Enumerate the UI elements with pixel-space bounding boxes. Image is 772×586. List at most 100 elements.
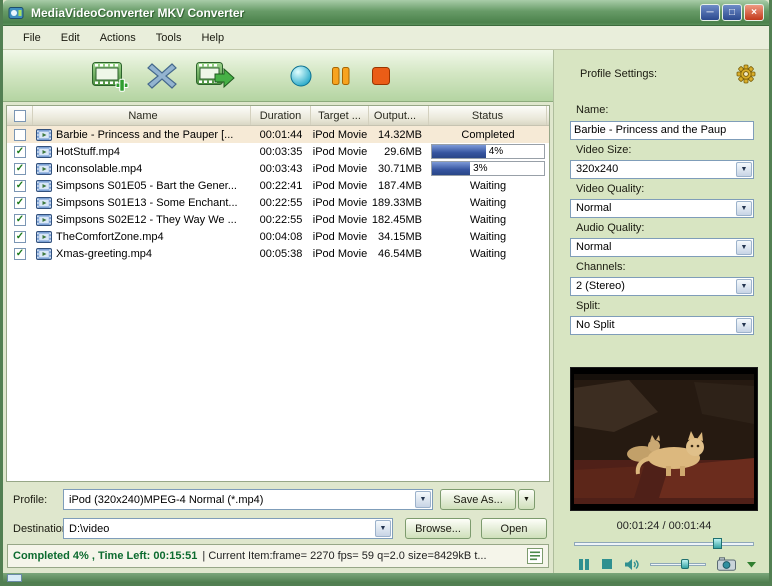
volume-thumb[interactable] bbox=[680, 559, 689, 570]
menu-file[interactable]: File bbox=[13, 29, 51, 47]
maximize-button[interactable]: □ bbox=[722, 4, 742, 21]
video-quality-select[interactable]: Normal ▼ bbox=[570, 198, 754, 218]
file-name-text: Inconsolable.mp4 bbox=[56, 162, 143, 175]
video-quality-label: Video Quality: bbox=[576, 182, 645, 195]
select-all-header[interactable] bbox=[7, 106, 33, 125]
frame-grip bbox=[7, 574, 22, 582]
table-row[interactable]: ✓ HotStuff.mp4 00:03:35 iPod Movie 29.6MB 4% bbox=[7, 143, 549, 160]
open-button[interactable]: Open bbox=[481, 518, 547, 539]
save-as-menu-button[interactable]: ▼ bbox=[518, 489, 535, 510]
profile-select[interactable]: iPod (320x240)MPEG-4 Normal (*.mp4) ▼ bbox=[63, 489, 433, 510]
table-row[interactable]: ✓ Simpsons S01E05 - Bart the Gener... 00:2… bbox=[7, 177, 549, 194]
menu-edit[interactable]: Edit bbox=[51, 29, 90, 47]
close-button[interactable]: × bbox=[744, 4, 764, 21]
snapshot-camera-icon[interactable] bbox=[717, 557, 736, 572]
stop-button[interactable] bbox=[369, 64, 393, 88]
output-size-cell: 34.15MB bbox=[377, 230, 422, 243]
destination-select[interactable]: D:\video ▼ bbox=[63, 518, 393, 539]
file-name-cell: HotStuff.mp4 bbox=[33, 143, 251, 160]
row-filler bbox=[547, 126, 549, 143]
browse-button[interactable]: Browse... bbox=[405, 518, 471, 539]
file-name-text: Simpsons S02E12 - They Way We ... bbox=[56, 213, 237, 226]
table-row[interactable]: ✓ Simpsons S01E13 - Some Enchant... 00:22:… bbox=[7, 194, 549, 211]
row-checkbox[interactable]: ✓ bbox=[14, 213, 26, 226]
chevron-down-icon[interactable]: ▼ bbox=[736, 161, 752, 177]
row-checkbox[interactable]: ✓ bbox=[14, 162, 26, 175]
row-filler bbox=[547, 228, 549, 245]
target-cell: iPod Movie bbox=[312, 247, 368, 260]
player-controls bbox=[578, 556, 756, 573]
row-checkbox[interactable]: ✓ bbox=[14, 230, 26, 243]
add-file-button[interactable] bbox=[91, 59, 129, 93]
column-duration[interactable]: Duration bbox=[251, 106, 311, 125]
progress-label: 3% bbox=[473, 163, 488, 174]
row-filler bbox=[547, 211, 549, 228]
row-check-cell: ✓ bbox=[7, 177, 33, 194]
file-list-header: Name Duration Target ... Output... Statu… bbox=[7, 106, 549, 126]
column-target[interactable]: Target ... bbox=[311, 106, 369, 125]
log-icon[interactable] bbox=[527, 548, 543, 564]
column-status[interactable]: Status bbox=[429, 106, 547, 125]
video-size-select[interactable]: 320x240 ▼ bbox=[570, 159, 754, 179]
seek-slider[interactable] bbox=[574, 537, 754, 549]
row-filler bbox=[547, 245, 549, 262]
channels-select[interactable]: 2 (Stereo) ▼ bbox=[570, 276, 754, 296]
chevron-down-icon[interactable]: ▼ bbox=[736, 317, 752, 333]
status-cell: 4% bbox=[429, 143, 547, 160]
row-checkbox[interactable]: ✓ bbox=[14, 179, 26, 192]
select-all-checkbox[interactable] bbox=[13, 109, 26, 122]
seek-thumb[interactable] bbox=[712, 537, 722, 549]
file-name-cell: Inconsolable.mp4 bbox=[33, 160, 251, 177]
menu-tools[interactable]: Tools bbox=[146, 29, 192, 47]
output-size-cell: 46.54MB bbox=[377, 247, 422, 260]
table-row[interactable]: ✓ Simpsons S02E12 - They Way We ... 00:22:… bbox=[7, 211, 549, 228]
start-button[interactable] bbox=[289, 64, 313, 88]
audio-quality-select[interactable]: Normal ▼ bbox=[570, 237, 754, 257]
chevron-down-icon[interactable]: ▼ bbox=[736, 278, 752, 294]
chevron-down-icon[interactable]: ▼ bbox=[415, 491, 431, 508]
volume-track[interactable] bbox=[650, 563, 706, 567]
convert-button[interactable] bbox=[195, 59, 235, 93]
row-checkbox[interactable]: ✓ bbox=[14, 247, 26, 260]
remove-file-button[interactable] bbox=[145, 60, 179, 92]
row-checkbox[interactable]: ✓ bbox=[14, 196, 26, 209]
column-output[interactable]: Output... bbox=[369, 106, 429, 125]
profile-selected-value: iPod (320x240)MPEG-4 Normal (*.mp4) bbox=[69, 493, 264, 506]
row-check-cell: ✓ bbox=[7, 143, 33, 160]
seek-track[interactable] bbox=[574, 541, 754, 546]
toolbar bbox=[3, 50, 553, 102]
minimize-button[interactable]: ─ bbox=[700, 4, 720, 21]
row-checkbox[interactable]: ✓ bbox=[14, 145, 26, 158]
volume-icon[interactable] bbox=[624, 558, 639, 571]
file-name-cell: Xmas-greeting.mp4 bbox=[33, 245, 251, 262]
player-pause-button[interactable] bbox=[578, 558, 590, 571]
column-name[interactable]: Name bbox=[33, 106, 251, 125]
video-file-icon bbox=[36, 128, 52, 141]
table-row[interactable]: ✓ Xmas-greeting.mp4 00:05:38 iPod Movie 46.5… bbox=[7, 245, 549, 262]
file-name-text: Simpsons S01E13 - Some Enchant... bbox=[56, 196, 238, 209]
menu-actions[interactable]: Actions bbox=[90, 29, 146, 47]
table-row[interactable]: ✓ TheComfortZone.mp4 00:04:08 iPod Movie 34.… bbox=[7, 228, 549, 245]
channels-value: 2 (Stereo) bbox=[576, 280, 625, 292]
pause-button[interactable] bbox=[329, 64, 353, 88]
chevron-down-icon[interactable]: ▼ bbox=[736, 239, 752, 255]
row-checkbox[interactable] bbox=[14, 128, 26, 141]
video-preview bbox=[570, 366, 758, 511]
snapshot-menu-icon[interactable] bbox=[747, 561, 756, 568]
row-check-cell bbox=[7, 126, 33, 143]
output-size-cell: 189.33MB bbox=[371, 196, 422, 209]
table-row[interactable]: ✓ Inconsolable.mp4 00:03:43 iPod Movie 30.71… bbox=[7, 160, 549, 177]
progress-bar: 4% bbox=[431, 144, 545, 159]
chevron-down-icon[interactable]: ▼ bbox=[375, 520, 391, 537]
menu-help[interactable]: Help bbox=[191, 29, 234, 47]
chevron-down-icon[interactable]: ▼ bbox=[736, 200, 752, 216]
volume-slider[interactable] bbox=[650, 558, 706, 570]
player-stop-button[interactable] bbox=[601, 558, 613, 570]
gear-icon[interactable] bbox=[736, 64, 756, 84]
split-select[interactable]: No Split ▼ bbox=[570, 315, 754, 335]
table-row[interactable]: Barbie - Princess and the Pauper [... 00:… bbox=[7, 126, 549, 143]
name-input[interactable] bbox=[570, 120, 754, 140]
app-window: MediaVideoConverter MKV Converter ─ □ × … bbox=[0, 0, 772, 586]
save-as-button[interactable]: Save As... bbox=[440, 489, 516, 510]
row-filler bbox=[547, 194, 549, 211]
